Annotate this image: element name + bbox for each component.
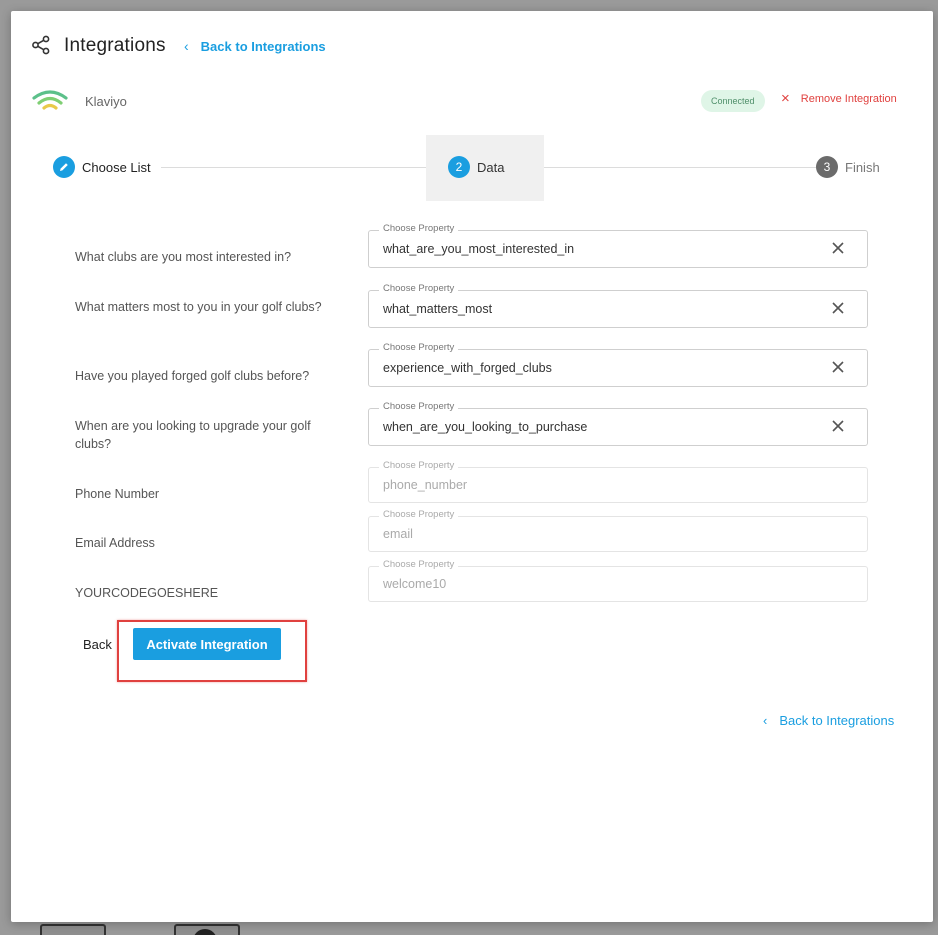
- step-data[interactable]: 2 Data: [448, 156, 504, 178]
- field-value: what_are_you_most_interested_in: [383, 242, 575, 256]
- background-avatar-button: [174, 924, 240, 935]
- clear-icon[interactable]: [829, 358, 847, 376]
- property-select-disabled: Choose Property welcome10: [368, 559, 868, 602]
- field-legend: Choose Property: [379, 283, 459, 294]
- clear-icon[interactable]: [829, 239, 847, 257]
- question-label: YOURCODEGOESHERE: [75, 586, 219, 600]
- share-icon: [32, 35, 50, 55]
- field-value: when_are_you_looking_to_purchase: [383, 420, 588, 434]
- status-badge: Connected: [701, 90, 765, 112]
- remove-integration-label: Remove Integration: [800, 93, 897, 105]
- clear-icon[interactable]: [829, 417, 847, 435]
- pencil-icon: [53, 156, 75, 178]
- property-select-disabled: Choose Property phone_number: [368, 460, 868, 503]
- question-label: What clubs are you most interested in?: [75, 250, 292, 264]
- question-label: When are you looking to upgrade your gol…: [75, 419, 311, 451]
- property-select[interactable]: Choose Property when_are_you_looking_to_…: [368, 401, 868, 446]
- field-value: what_matters_most: [383, 302, 493, 316]
- step-connector: [544, 167, 816, 168]
- back-link-label: Back to Integrations: [779, 713, 895, 728]
- property-select[interactable]: Choose Property experience_with_forged_c…: [368, 342, 868, 387]
- step-label: Choose List: [82, 159, 151, 175]
- field-value: phone_number: [383, 478, 468, 492]
- field-legend: Choose Property: [379, 559, 459, 570]
- question-label: Have you played forged golf clubs before…: [75, 369, 310, 383]
- stepper: Choose List 2 Data 3 Finish: [53, 135, 893, 201]
- field-value: welcome10: [383, 577, 447, 591]
- field-value: email: [383, 527, 413, 541]
- page-title: Integrations: [64, 35, 166, 56]
- chevron-left-icon: ‹: [184, 38, 189, 54]
- chevron-left-icon: ‹: [763, 713, 768, 728]
- clear-icon[interactable]: [829, 299, 847, 317]
- field-legend: Choose Property: [379, 342, 459, 353]
- question-label: Email Address: [75, 536, 155, 550]
- integration-modal: Integrations ‹ Back to Integrations Klav…: [11, 11, 933, 922]
- back-link-label: Back to Integrations: [200, 38, 326, 54]
- provider-name: Klaviyo: [85, 94, 127, 109]
- property-select-disabled: Choose Property email: [368, 509, 868, 552]
- field-legend: Choose Property: [379, 509, 459, 520]
- field-legend: Choose Property: [379, 460, 459, 471]
- question-label: What matters most to you in your golf cl…: [75, 300, 322, 314]
- close-icon: ×: [781, 90, 790, 107]
- question-label: Phone Number: [75, 487, 160, 501]
- field-value: experience_with_forged_clubs: [383, 361, 552, 375]
- back-to-integrations-footer-link[interactable]: ‹ Back to Integrations: [763, 713, 894, 728]
- step-connector: [161, 167, 426, 168]
- step-choose-list[interactable]: Choose List: [53, 156, 151, 178]
- back-button[interactable]: Back: [83, 637, 112, 652]
- field-legend: Choose Property: [379, 401, 459, 412]
- remove-integration-button[interactable]: × Remove Integration: [781, 90, 897, 107]
- step-label: Finish: [845, 159, 880, 175]
- activate-integration-button[interactable]: Activate Integration: [133, 628, 281, 660]
- step-label: Data: [477, 159, 505, 175]
- klaviyo-logo-icon: [32, 90, 68, 110]
- step-finish[interactable]: 3 Finish: [816, 156, 880, 178]
- field-legend: Choose Property: [379, 223, 459, 234]
- property-select[interactable]: Choose Property what_are_you_most_intere…: [368, 223, 868, 268]
- step-number: 3: [816, 156, 838, 178]
- property-select[interactable]: Choose Property what_matters_most: [368, 283, 868, 328]
- background-calendar-button: [40, 924, 106, 935]
- step-number: 2: [448, 156, 470, 178]
- back-to-integrations-link[interactable]: ‹ Back to Integrations: [184, 38, 326, 54]
